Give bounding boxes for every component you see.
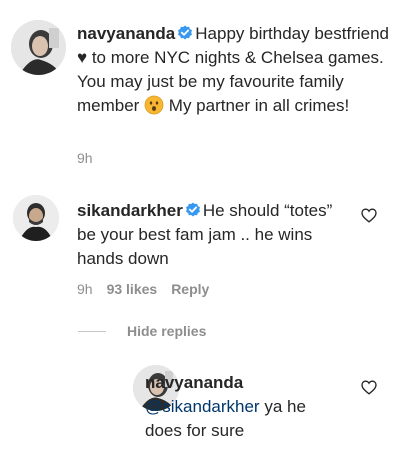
verified-badge-icon [185,202,200,217]
avatar-sikandarkher[interactable] [13,195,59,241]
comment-body: navyananda Happy birthday bestfriend ♥︎ t… [77,22,395,118]
heart-icon[interactable] [361,208,377,223]
reply-username[interactable]: navyananda [145,373,243,392]
comment-time[interactable]: 9h [77,150,93,166]
comment-meta: 9h [77,150,107,166]
comment-body: sikandarkher He should “totes” be your be… [77,199,347,271]
comment-username[interactable]: sikandarkher [77,201,183,220]
comment-username[interactable]: navyananda [77,24,175,43]
comment-meta: 9h 93 likes Reply [77,281,223,297]
avatar-navyananda[interactable] [11,20,66,75]
divider-line [78,331,106,332]
likes-count[interactable]: 93 likes [107,281,158,297]
hide-replies-button[interactable]: Hide replies [127,323,206,339]
reply-mention[interactable]: @sikandarkher [145,397,260,416]
comment-time[interactable]: 9h [77,281,93,297]
reply-body: navyananda @sikandarkher ya he does for … [145,371,340,443]
verified-badge-icon [178,25,193,40]
reply-button[interactable]: Reply [171,281,209,297]
comment-text-continued: My partner in all crimes! [164,96,350,115]
heart-icon[interactable] [361,380,377,395]
hushed-face-emoji [144,95,164,115]
